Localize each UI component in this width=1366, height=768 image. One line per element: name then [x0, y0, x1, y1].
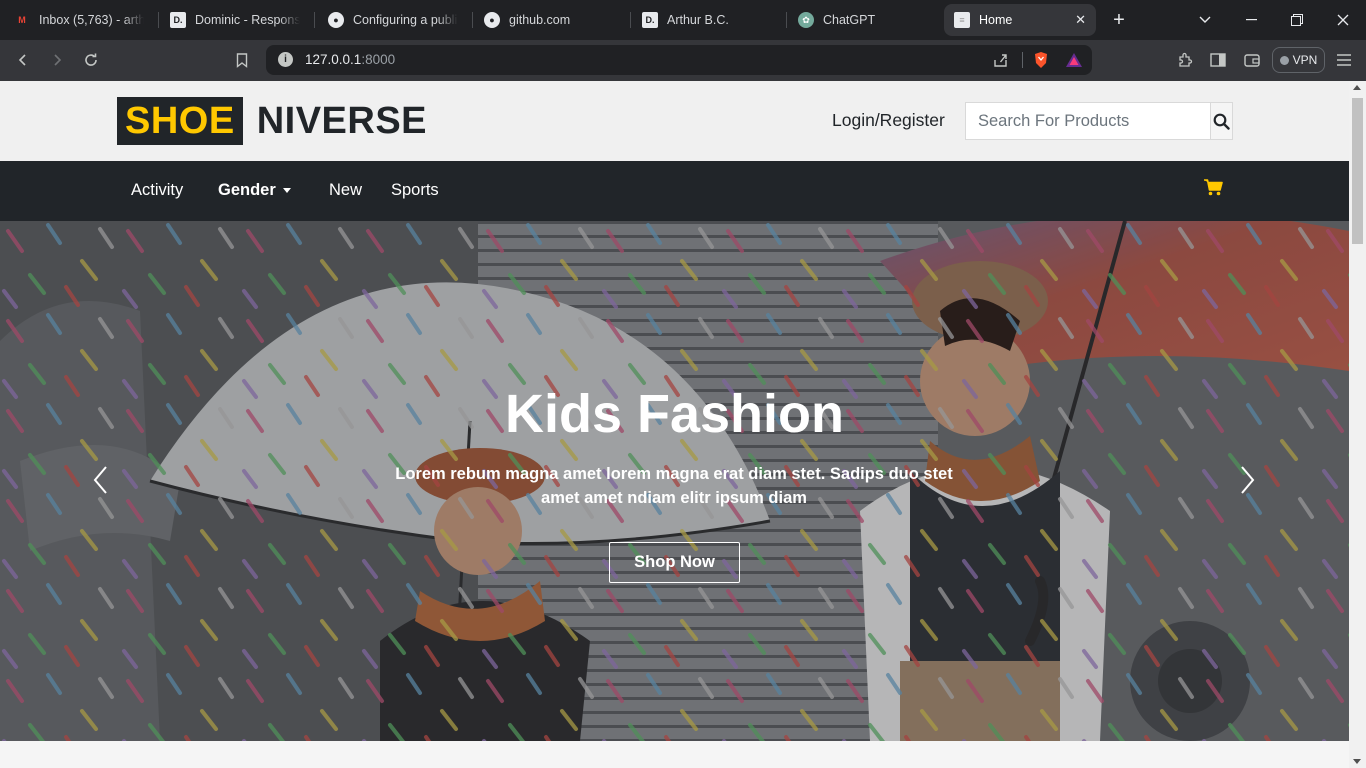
forward-icon[interactable]	[44, 47, 70, 73]
vpn-status-icon	[1279, 55, 1289, 65]
page-scrollbar[interactable]	[1349, 81, 1366, 768]
cart-icon	[1204, 179, 1223, 196]
nav-activity[interactable]: Activity	[131, 181, 183, 200]
nav-new[interactable]: New	[329, 181, 362, 200]
dev-icon: D.	[170, 12, 186, 28]
tab-dominic[interactable]: D. Dominic - Responsive	[160, 4, 310, 36]
gmail-icon: M	[18, 15, 26, 25]
logo-part-niverse: NIVERSE	[256, 99, 428, 142]
tab-title: Inbox (5,763) - arthur	[39, 13, 144, 27]
tab-title: Configuring a publish	[353, 13, 458, 27]
tab-github[interactable]: ● github.com	[474, 4, 624, 36]
dev-icon: D.	[642, 12, 658, 28]
scroll-down-icon[interactable]	[1353, 759, 1361, 764]
carousel-prev-button[interactable]	[86, 465, 116, 495]
brave-rewards-icon[interactable]	[1061, 47, 1087, 73]
caret-down-icon	[282, 188, 291, 194]
nav-gender-dropdown[interactable]: Gender	[218, 181, 291, 200]
shop-now-button[interactable]: Shop Now	[609, 542, 740, 583]
carousel-next-button[interactable]	[1232, 465, 1262, 495]
search-form	[965, 102, 1233, 140]
browser-tab-bar: M Inbox (5,763) - arthur D. Dominic - Re…	[0, 0, 1366, 40]
brave-shields-icon[interactable]	[1028, 47, 1054, 73]
chevron-left-icon	[93, 466, 107, 494]
minimize-button[interactable]	[1228, 0, 1274, 40]
page-section-below	[0, 741, 1349, 768]
tab-home[interactable]: ≡ Home ✕	[944, 4, 1096, 36]
github-icon: ●	[484, 12, 500, 28]
site-info-icon[interactable]: i	[278, 52, 293, 67]
address-bar[interactable]: i 127.0.0.1:8000	[266, 45, 1092, 75]
chevron-right-icon	[1241, 466, 1255, 494]
nav-gender-label: Gender	[218, 181, 276, 199]
menu-icon[interactable]	[1331, 47, 1357, 73]
search-input[interactable]	[966, 103, 1210, 139]
vpn-label: VPN	[1292, 53, 1318, 67]
share-icon[interactable]	[988, 47, 1014, 73]
url-text: 127.0.0.1:8000	[305, 52, 396, 67]
vpn-button[interactable]: VPN	[1272, 47, 1325, 73]
site-logo[interactable]: SHOE NIVERSE	[117, 97, 427, 145]
chatgpt-icon: ✿	[798, 12, 814, 28]
login-register-link[interactable]: Login/Register	[832, 110, 945, 131]
search-button[interactable]	[1210, 103, 1232, 139]
page-icon: ≡	[954, 12, 970, 28]
hero-carousel: Kids Fashion Lorem rebum magna amet lore…	[0, 221, 1349, 741]
nav-sports[interactable]: Sports	[391, 181, 439, 200]
tab-gmail[interactable]: M Inbox (5,763) - arthur	[4, 4, 154, 36]
tab-configuring[interactable]: ● Configuring a publish	[318, 4, 468, 36]
main-navbar: Activity Gender New Sports	[0, 161, 1349, 221]
search-icon	[1213, 113, 1230, 130]
wallet-icon[interactable]	[1239, 47, 1265, 73]
hero-title: Kids Fashion	[504, 384, 845, 444]
hero-subtitle: Lorem rebum magna amet lorem magna erat …	[395, 465, 953, 507]
tab-title: Home	[979, 13, 1013, 27]
new-tab-button[interactable]: +	[1096, 0, 1142, 40]
back-icon[interactable]	[10, 47, 36, 73]
tab-title: github.com	[509, 13, 571, 27]
tab-title: Dominic - Responsive	[195, 13, 300, 27]
scroll-up-icon[interactable]	[1353, 85, 1361, 90]
cart-button[interactable]	[1204, 179, 1223, 201]
sidebar-icon[interactable]	[1205, 47, 1231, 73]
tab-search-button[interactable]	[1182, 0, 1228, 40]
maximize-button[interactable]	[1274, 0, 1320, 40]
reload-icon[interactable]	[78, 47, 104, 73]
page-viewport: SHOE NIVERSE Login/Register Activity Gen…	[0, 81, 1349, 768]
tab-title: ChatGPT	[823, 13, 876, 27]
scroll-thumb[interactable]	[1352, 98, 1363, 244]
bookmark-icon[interactable]	[229, 47, 255, 73]
logo-part-shoe: SHOE	[117, 97, 243, 145]
close-window-button[interactable]	[1320, 0, 1366, 40]
tab-chatgpt[interactable]: ✿ ChatGPT	[788, 4, 938, 36]
tab-arthur[interactable]: D. Arthur B.C.	[632, 4, 782, 36]
extensions-icon[interactable]	[1172, 47, 1198, 73]
github-icon: ●	[328, 12, 344, 28]
close-tab-icon[interactable]: ✕	[1067, 12, 1086, 28]
site-header: SHOE NIVERSE Login/Register	[0, 81, 1349, 161]
tab-title: Arthur B.C.	[667, 13, 729, 27]
